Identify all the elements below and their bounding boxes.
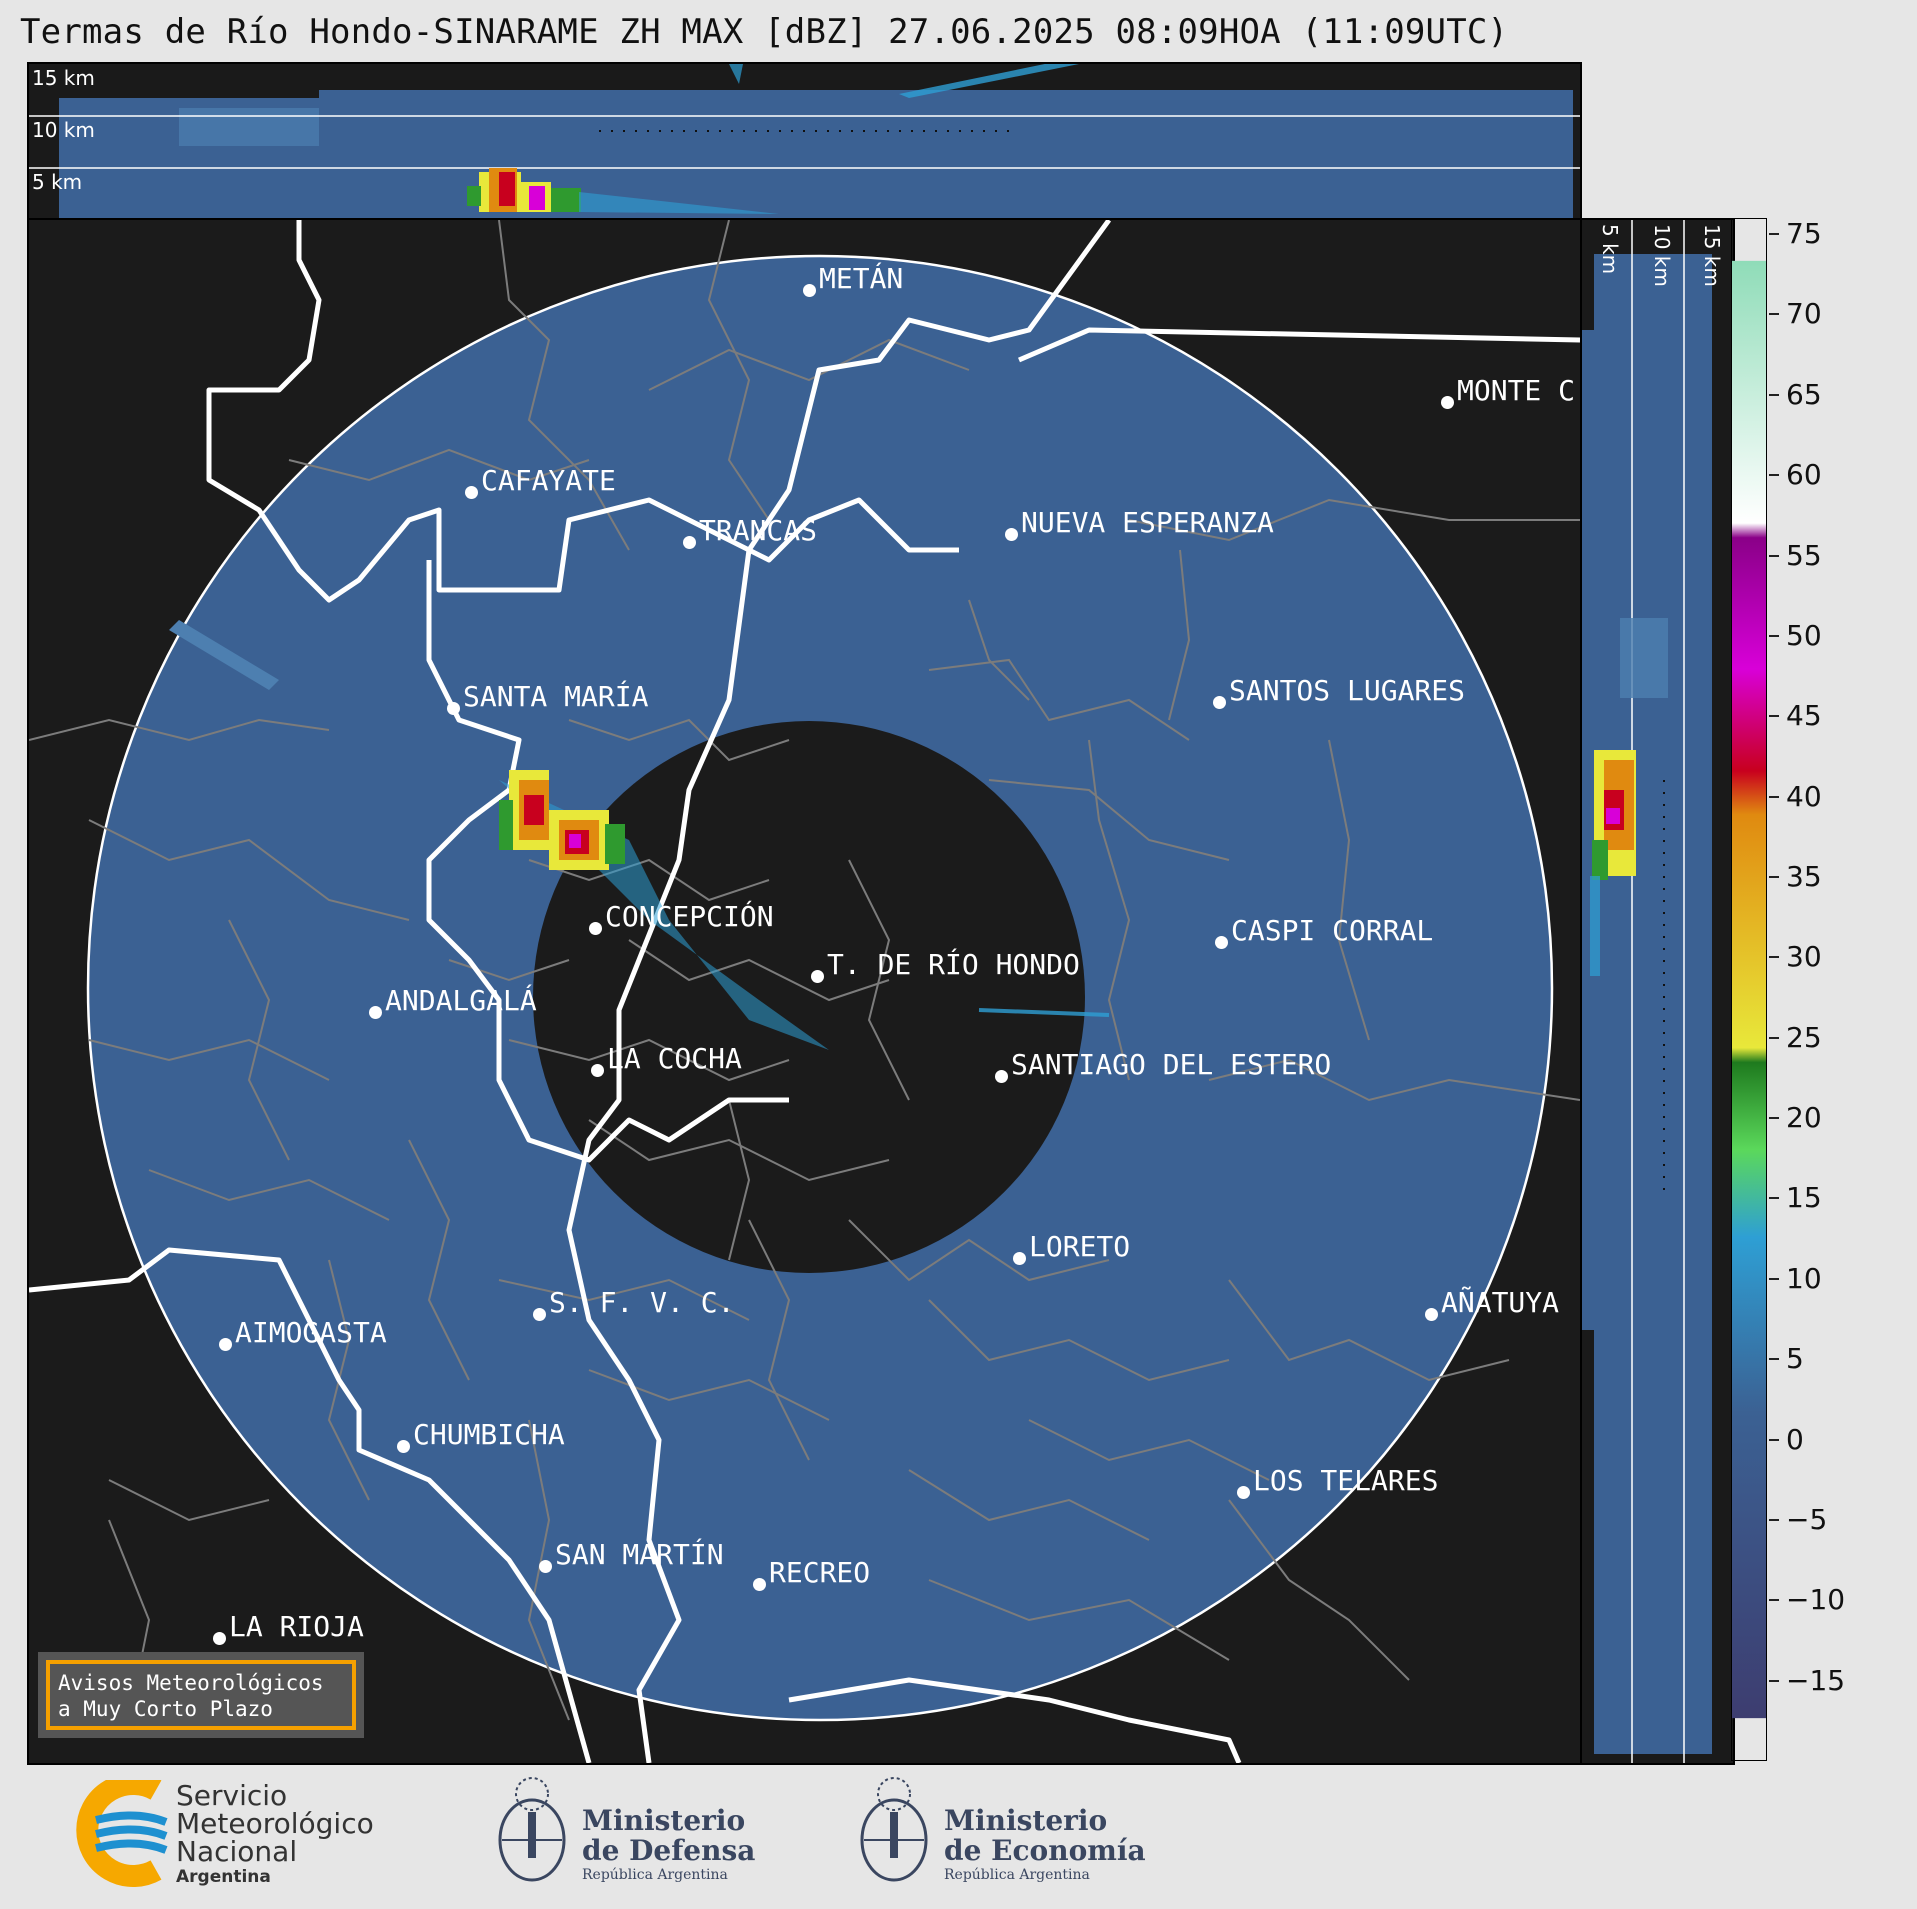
colorbar-tick xyxy=(1769,313,1779,316)
city-label: NUEVA ESPERANZA xyxy=(1005,506,1274,541)
city-label: LA RIOJA xyxy=(213,1610,364,1645)
colorbar-tick-label: 20 xyxy=(1786,1101,1822,1135)
colorbar-tick-label: 30 xyxy=(1786,940,1822,974)
radar-map-graphic xyxy=(29,220,1580,1763)
top-alt-label-15: 15 km xyxy=(32,66,95,90)
colorbar-tick-label: −15 xyxy=(1786,1663,1846,1697)
city-label: LORETO xyxy=(1013,1230,1130,1265)
colorbar-tick xyxy=(1769,1599,1779,1602)
ministerio-defensa-logo: Ministerio de Defensa República Argentin… xyxy=(582,1804,756,1884)
radar-map: METÁN MONTE C CAFAYATE TRANCAS NUEVA ESP… xyxy=(27,218,1582,1765)
right-alt-label-10: 10 km xyxy=(1650,224,1674,287)
ministerio-economia-logo: Ministerio de Economía República Argenti… xyxy=(944,1804,1146,1884)
right-alt-label-5: 5 km xyxy=(1598,224,1622,275)
national-emblem-icon xyxy=(498,1777,566,1882)
warning-box: Avisos Meteorológicos a Muy Corto Plazo xyxy=(38,1652,364,1738)
colorbar-tick-label: 70 xyxy=(1786,297,1822,331)
colorbar-tick xyxy=(1769,715,1779,718)
top-cross-section-panel: 15 km 10 km 5 km xyxy=(27,62,1582,222)
colorbar-tick-label: 10 xyxy=(1786,1261,1822,1295)
colorbar-tick xyxy=(1769,956,1779,959)
city-label: LOS TELARES xyxy=(1237,1464,1438,1499)
city-label: CONCEPCIÓN xyxy=(589,900,774,935)
colorbar-tick xyxy=(1769,554,1779,557)
city-label: SANTOS LUGARES xyxy=(1213,674,1465,709)
colorbar-tick xyxy=(1769,875,1779,878)
colorbar-tick xyxy=(1769,233,1779,236)
city-label: LA COCHA xyxy=(591,1042,742,1077)
colorbar-tick xyxy=(1769,1036,1779,1039)
radar-cone-of-silence xyxy=(533,721,1085,1273)
colorbar-tick-label: 50 xyxy=(1786,618,1822,652)
colorbar-tick-label: 60 xyxy=(1786,458,1822,492)
city-label: METÁN xyxy=(803,262,903,297)
colorbar-tick-label: −5 xyxy=(1786,1502,1828,1536)
colorbar-tick-label: −10 xyxy=(1786,1583,1846,1617)
colorbar-tick xyxy=(1769,795,1779,798)
top-alt-label-5: 5 km xyxy=(32,170,83,194)
colorbar-tick-label: 45 xyxy=(1786,699,1822,733)
colorbar-tick-label: 0 xyxy=(1786,1422,1804,1456)
city-label: RECREO xyxy=(753,1556,870,1591)
colorbar-tick-label: 25 xyxy=(1786,1020,1822,1054)
right-cross-section-graphic xyxy=(1580,220,1712,1763)
colorbar-tick xyxy=(1769,474,1779,477)
city-label: SANTIAGO DEL ESTERO xyxy=(995,1048,1331,1083)
colorbar-tick xyxy=(1769,393,1779,396)
city-label: MONTE C xyxy=(1441,374,1575,409)
colorbar-tick-label: 40 xyxy=(1786,779,1822,813)
city-label: T. DE RÍO HONDO xyxy=(811,948,1080,983)
colorbar-tick xyxy=(1769,1438,1779,1441)
colorbar-tick xyxy=(1769,1679,1779,1682)
city-label: SAN MARTÍN xyxy=(539,1538,724,1573)
map-title: Termas de Río Hondo-SINARAME ZH MAX [dBZ… xyxy=(20,12,1509,52)
colorbar-tick xyxy=(1769,1117,1779,1120)
colorbar-tick xyxy=(1769,1197,1779,1200)
national-emblem-icon xyxy=(860,1777,928,1882)
warning-line-2: a Muy Corto Plazo xyxy=(58,1697,273,1721)
colorbar-tick xyxy=(1769,1358,1779,1361)
city-label: CAFAYATE xyxy=(465,464,616,499)
city-label: AIMOGASTA xyxy=(219,1316,387,1351)
city-label: S. F. V. C. xyxy=(533,1286,734,1321)
warning-line-1: Avisos Meteorológicos xyxy=(58,1671,324,1695)
colorbar-tick xyxy=(1769,1518,1779,1521)
top-cross-section-graphic xyxy=(29,64,1580,218)
city-label: AÑATUYA xyxy=(1425,1286,1559,1321)
colorbar xyxy=(1731,218,1767,1761)
colorbar-tick-label: 65 xyxy=(1786,377,1822,411)
right-alt-label-15: 15 km xyxy=(1700,224,1724,287)
top-alt-label-10: 10 km xyxy=(32,118,95,142)
colorbar-tick-label: 35 xyxy=(1786,859,1822,893)
city-label: CHUMBICHA xyxy=(397,1418,565,1453)
colorbar-tick xyxy=(1769,634,1779,637)
colorbar-tick-label: 75 xyxy=(1786,217,1822,251)
smn-logo-text: Servicio Meteorológico Nacional Argentin… xyxy=(176,1779,374,1888)
city-label: ANDALGALÁ xyxy=(369,984,537,1019)
colorbar-tick-label: 5 xyxy=(1786,1342,1804,1376)
right-cross-section-panel: 5 km 10 km 15 km xyxy=(1578,218,1735,1765)
city-label: CASPI CORRAL xyxy=(1215,914,1433,949)
city-label: TRANCAS xyxy=(683,514,817,549)
colorbar-tick xyxy=(1769,1277,1779,1280)
city-label: SANTA MARÍA xyxy=(447,680,648,715)
colorbar-tick-label: 55 xyxy=(1786,538,1822,572)
colorbar-tick-label: 15 xyxy=(1786,1181,1822,1215)
